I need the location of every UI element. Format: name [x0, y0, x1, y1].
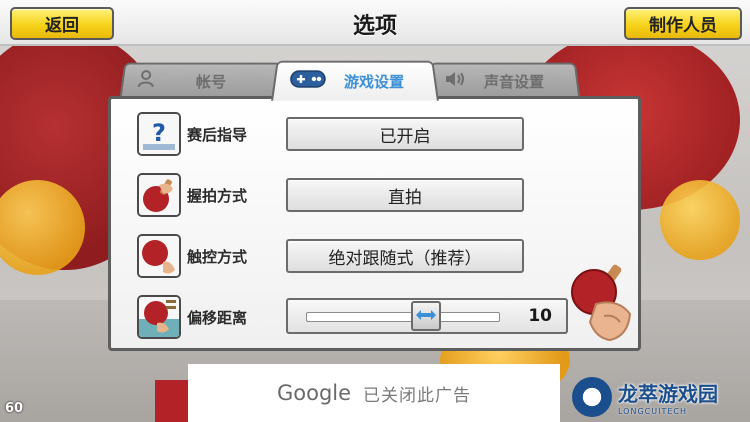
watermark: 龙萃游戏园 LONGCUITECH: [572, 372, 750, 422]
ad-brand: Google: [276, 381, 352, 405]
setting-label: 偏移距离: [187, 308, 248, 327]
setting-label: 触控方式: [187, 247, 248, 266]
gamepad-icon: [289, 69, 326, 93]
setting-row-offset-distance: 偏移距离: [137, 294, 267, 340]
credits-button[interactable]: 制作人员: [624, 7, 742, 40]
settings-tabs: 帐号 声音设置 游戏设置: [0, 60, 750, 101]
fps-counter: 60: [5, 401, 24, 416]
person-icon: [137, 69, 154, 92]
settings-panel: ? 赛后指导 已开启 握拍方式 直拍 触控方式 绝对跟随式（推荐） 偏移距离 1…: [108, 96, 641, 351]
offset-distance-slider[interactable]: 10: [286, 298, 568, 334]
question-icon: ?: [137, 112, 181, 156]
slider-value: 10: [528, 306, 552, 326]
setting-row-touch-control: 触控方式: [137, 233, 267, 279]
setting-row-grip-style: 握拍方式: [137, 172, 267, 218]
tab-label: 游戏设置: [343, 72, 405, 91]
post-match-guide-button[interactable]: 已开启: [286, 117, 524, 151]
ad-banner: Google 已关闭此广告: [188, 364, 560, 422]
paddle-hand-icon: [566, 262, 636, 342]
touch-control-button[interactable]: 绝对跟随式（推荐）: [286, 239, 524, 273]
svg-text:?: ?: [152, 119, 166, 147]
double-arrow-icon: [415, 307, 437, 325]
paddle-touch-icon: [137, 234, 181, 278]
grip-style-button[interactable]: 直拍: [286, 178, 524, 212]
tab-label: 声音设置: [483, 72, 545, 91]
tab-label: 帐号: [195, 72, 227, 91]
slider-track[interactable]: [306, 312, 500, 322]
speaker-icon: [444, 70, 466, 92]
paddle-grip-icon: [137, 173, 181, 217]
background-ball: [660, 180, 740, 260]
ad-closed-message: 已关闭此广告: [363, 385, 472, 406]
header-bar: 返回 选项 制作人员: [0, 0, 750, 46]
tab-sound[interactable]: 声音设置: [425, 62, 581, 99]
tab-game-settings[interactable]: 游戏设置: [271, 60, 439, 101]
setting-label: 赛后指导: [187, 125, 248, 144]
slider-handle[interactable]: [411, 301, 442, 331]
offset-icon: [137, 295, 181, 339]
setting-row-post-match-guide: ? 赛后指导: [137, 111, 267, 157]
tab-account[interactable]: 帐号: [119, 62, 287, 99]
watermark-subtitle: LONGCUITECH: [618, 407, 687, 416]
watermark-logo-icon: [572, 377, 612, 417]
setting-label: 握拍方式: [187, 186, 248, 205]
watermark-title: 龙萃游戏园: [618, 382, 718, 406]
